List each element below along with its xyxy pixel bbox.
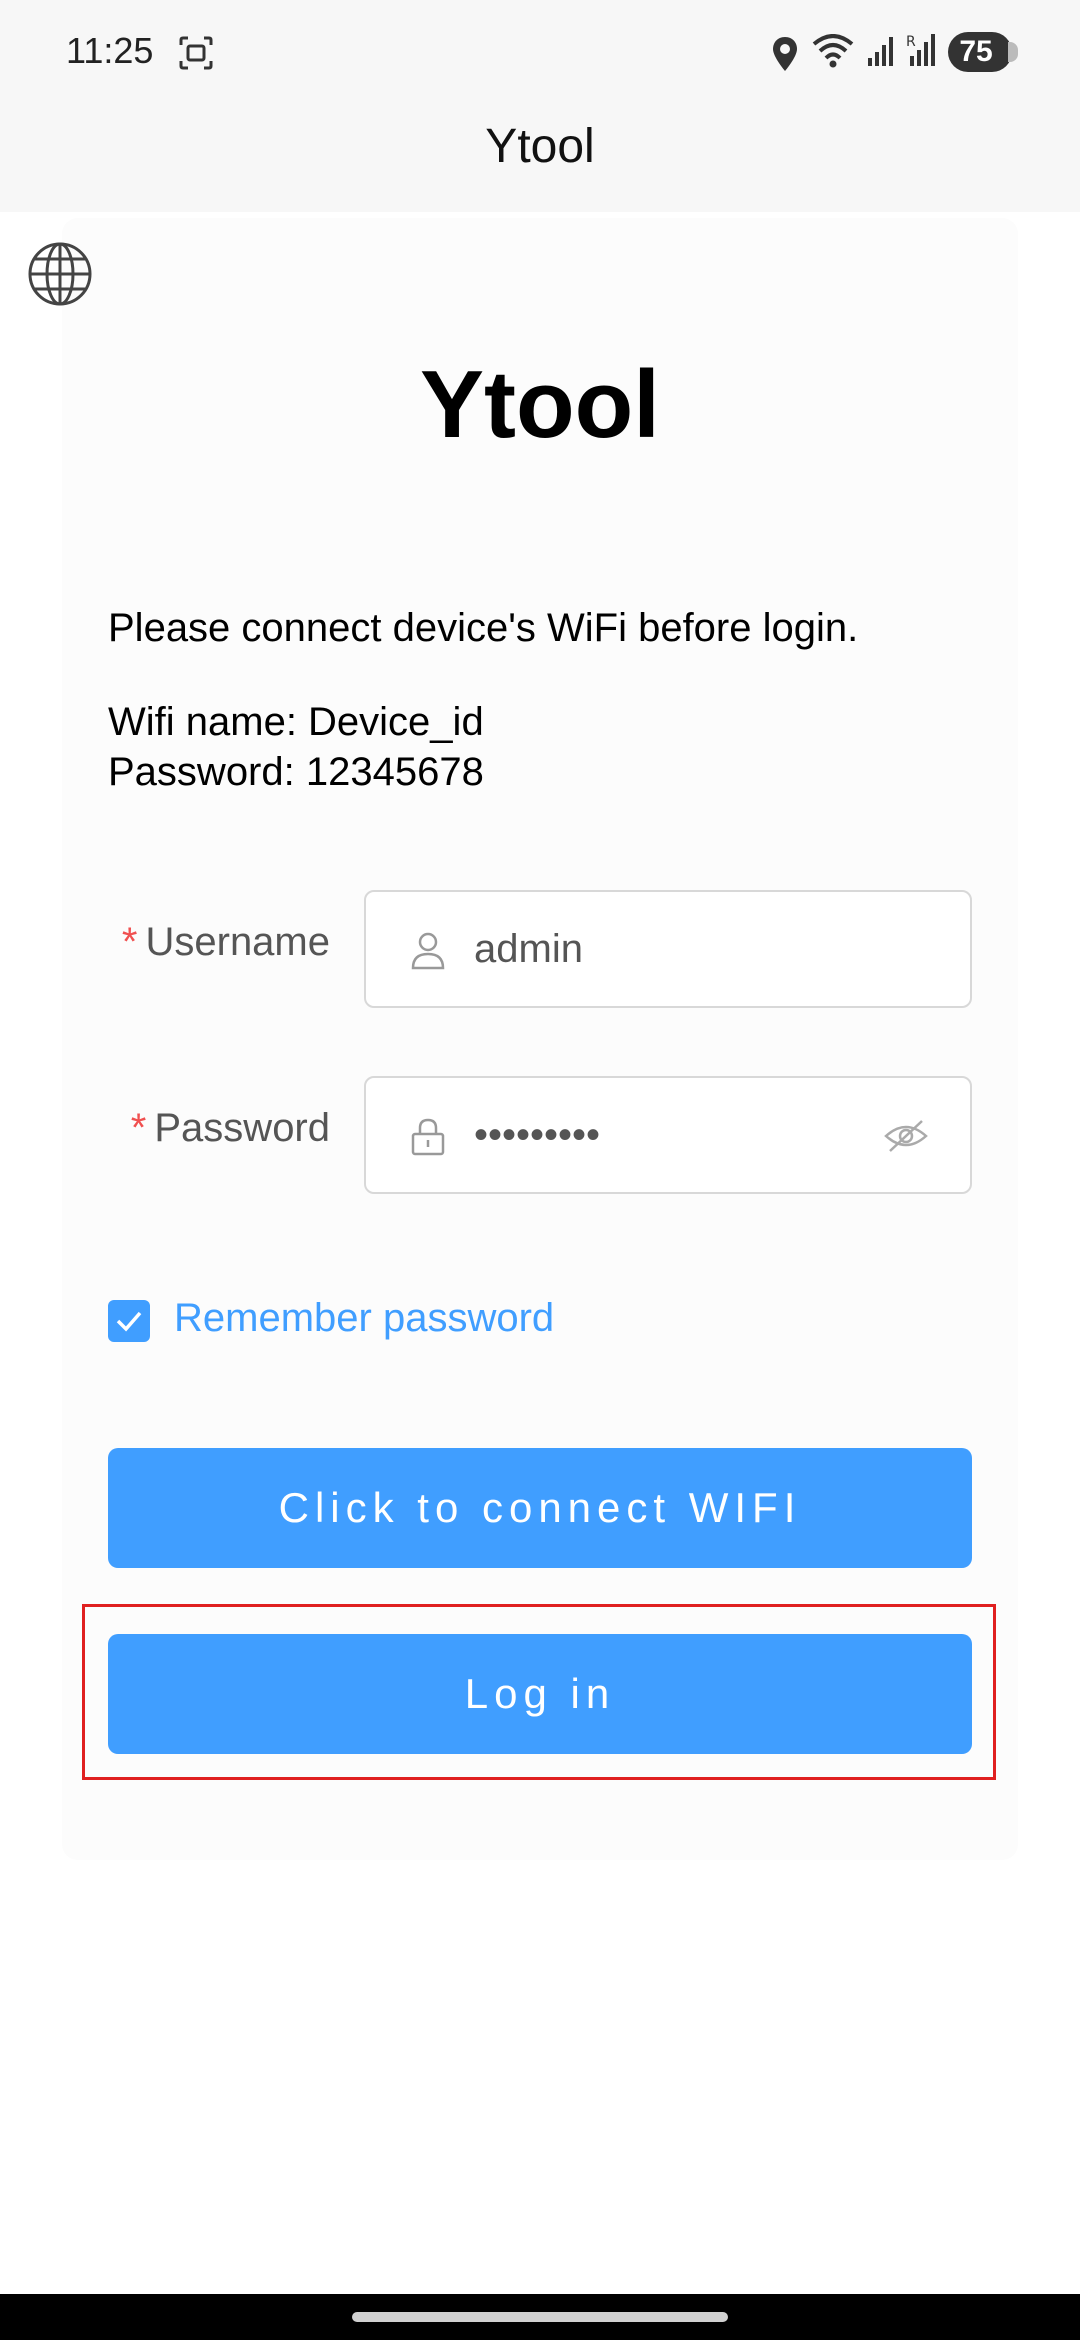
check-icon — [116, 1311, 142, 1332]
connect-wifi-button[interactable]: Click to connect WIFI — [108, 1448, 972, 1568]
username-input[interactable]: admin — [364, 890, 972, 1008]
user-icon — [411, 932, 445, 970]
brand-title: Ytool — [420, 351, 660, 458]
required-mark: * — [130, 1106, 147, 1150]
login-button[interactable]: Log in — [108, 1634, 972, 1754]
battery-level: 75 — [959, 35, 993, 68]
screenshot-icon — [179, 36, 213, 70]
lock-icon — [411, 1118, 445, 1156]
globe-icon[interactable] — [26, 240, 94, 308]
app-bar: Ytool — [0, 106, 1080, 212]
wifi-password-text: Password: 12345678 — [108, 750, 484, 794]
app-title: Ytool — [485, 120, 595, 173]
status-bar: 11:25 R 75 — [0, 0, 1080, 106]
username-label: * Username — [0, 920, 330, 965]
username-value: admin — [474, 927, 583, 971]
signal-r-icon: R — [906, 34, 935, 66]
wifi-icon — [812, 34, 854, 68]
eye-off-icon[interactable] — [884, 1118, 928, 1154]
location-icon — [773, 37, 797, 71]
wifi-name-text: Wifi name: Device_id — [108, 700, 484, 744]
connect-instruction: Please connect device's WiFi before logi… — [108, 606, 859, 650]
password-label-text: Password — [154, 1106, 330, 1150]
password-label: * Password — [0, 1106, 330, 1151]
remember-checkbox[interactable] — [108, 1300, 150, 1342]
signal-icon — [868, 37, 893, 66]
status-time: 11:25 — [66, 30, 154, 71]
battery-indicator: 75 — [948, 32, 1018, 72]
password-input[interactable]: ••••••••• — [364, 1076, 972, 1194]
svg-text:R: R — [906, 34, 916, 50]
password-value: ••••••••• — [474, 1113, 601, 1157]
username-label-text: Username — [145, 920, 330, 964]
required-mark: * — [121, 920, 138, 964]
remember-password-label[interactable]: Remember password — [174, 1296, 554, 1341]
navigation-bar — [0, 2294, 1080, 2340]
home-indicator[interactable] — [352, 2312, 728, 2322]
